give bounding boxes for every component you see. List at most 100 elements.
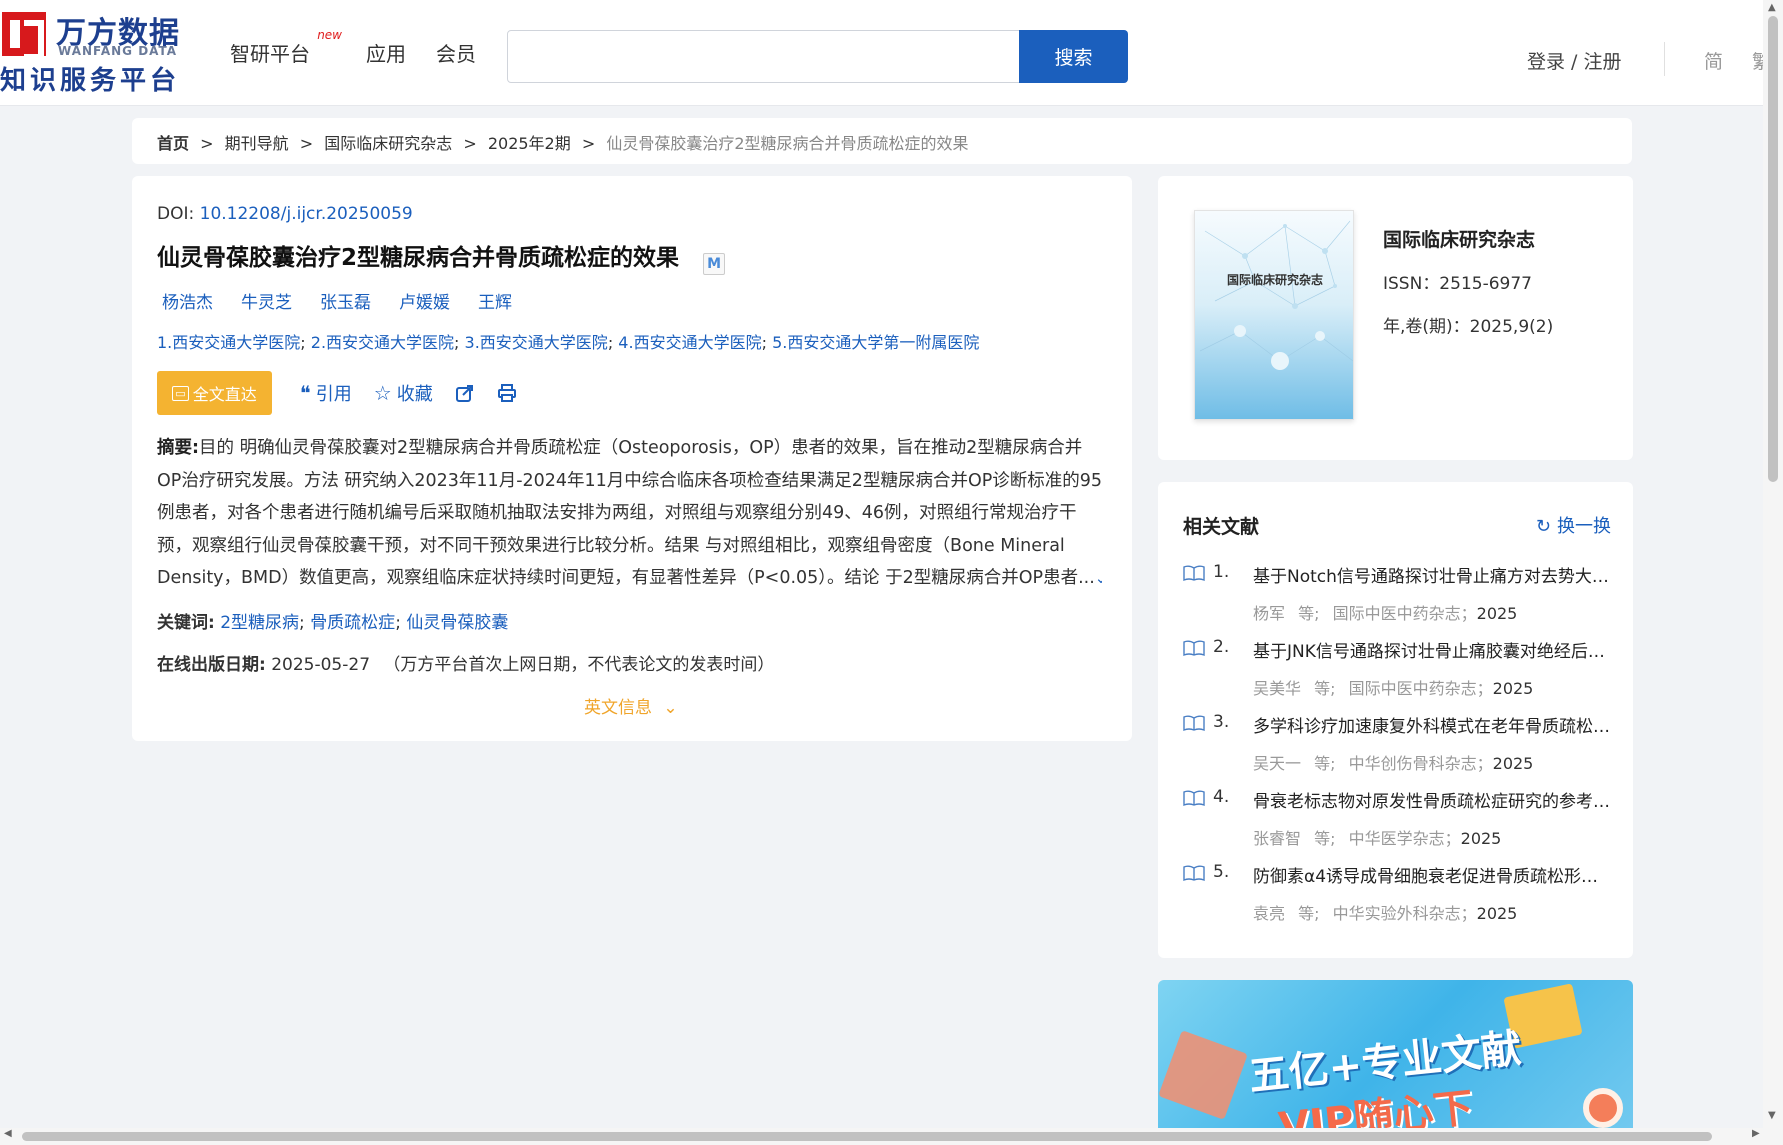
book-icon [1183, 640, 1205, 656]
breadcrumb-journal-nav[interactable]: 期刊导航 [225, 134, 289, 153]
related-journal[interactable]: 中华创伤骨科杂志 [1349, 754, 1477, 773]
breadcrumb: 首页 > 期刊导航 > 国际临床研究杂志 > 2025年2期 > 仙灵骨葆胶囊治… [132, 118, 1632, 164]
item-number: 5. [1213, 862, 1230, 882]
related-title-link[interactable]: 基于Notch信号通路探讨壮骨止痛方对去势大鼠骨质疏松的作用机制 [1253, 562, 1613, 587]
related-title-link[interactable]: 基于JNK信号通路探讨壮骨止痛胶囊对绝经后骨质疏松症的作用 [1253, 637, 1613, 662]
horizontal-scroll-thumb[interactable] [22, 1132, 1712, 1141]
related-meta: 吴天一 等; 中华创伤骨科杂志；2025 [1253, 750, 1533, 774]
mendeley-icon[interactable]: M [703, 253, 726, 275]
horizontal-scrollbar[interactable]: ◀ ▶ [0, 1128, 1783, 1145]
print-button[interactable] [497, 383, 517, 403]
related-year: 2025 [1460, 829, 1502, 848]
abstract-label: 摘要: [157, 438, 199, 458]
scroll-down-icon[interactable]: ▼ [1768, 1110, 1776, 1121]
breadcrumb-journal[interactable]: 国际临床研究杂志 [324, 134, 452, 153]
meta-separator: ； [1476, 679, 1493, 698]
expand-abstract-icon[interactable]: ⌄ [1095, 569, 1102, 587]
journal-name[interactable]: 国际临床研究杂志 [1383, 225, 1535, 252]
search-box: 搜索 [507, 30, 1128, 83]
related-title-link[interactable]: 多学科诊疗加速康复外科模式在老年骨质疏松性骨折中的应用 [1253, 712, 1613, 737]
wanfang-logo[interactable]: 万方数据 WANFANG DATA 知识服务平台 [0, 8, 190, 96]
item-number: 4. [1213, 787, 1230, 807]
keyword-link[interactable]: 骨质疏松症 [310, 613, 395, 633]
search-input[interactable] [508, 31, 1019, 82]
author-link[interactable]: 王辉 [478, 288, 512, 313]
logo-subtitle: 知识服务平台 [0, 66, 181, 96]
list-item[interactable]: 5. 防御素α4诱导成骨细胞衰老促进骨质疏松形成的机制研究 袁亮 等; 中华实验… [1183, 862, 1613, 937]
author-link[interactable]: 杨浩杰 [162, 288, 213, 313]
keyword-link[interactable]: 2型糖尿病 [220, 613, 299, 633]
author-link[interactable]: 卢媛媛 [399, 288, 450, 313]
meta-separator: ； [1444, 829, 1461, 848]
doi-link[interactable]: 10.12208/j.ijcr.20250059 [200, 204, 413, 224]
related-journal[interactable]: 中华医学杂志 [1349, 829, 1445, 848]
list-item[interactable]: 1. 基于Notch信号通路探讨壮骨止痛方对去势大鼠骨质疏松的作用机制 杨军 等… [1183, 562, 1613, 637]
item-number: 2. [1213, 637, 1230, 657]
related-author[interactable]: 张睿智 [1253, 829, 1301, 848]
site-header: 万方数据 WANFANG DATA 知识服务平台 智研平台 new 应用 会员 … [0, 0, 1763, 106]
item-number: 3. [1213, 712, 1230, 732]
book-icon [1183, 565, 1205, 581]
vertical-scrollbar[interactable]: ▲ ▼ [1763, 0, 1783, 1128]
journal-issn: ISSN：2515-6977 [1383, 274, 1532, 294]
breadcrumb-separator: > [299, 134, 314, 153]
list-item[interactable]: 4. 骨衰老标志物对原发性骨质疏松症研究的参考价值 张睿智 等; 中华医学杂志；… [1183, 787, 1613, 862]
fulltext-button[interactable]: ▭ 全文直达 [157, 371, 272, 415]
lang-traditional-toggle[interactable]: 繁 [1752, 47, 1763, 74]
favorite-button[interactable]: ☆ 收藏 [374, 380, 433, 406]
author-link[interactable]: 张玉磊 [320, 288, 371, 313]
related-title-link[interactable]: 防御素α4诱导成骨细胞衰老促进骨质疏松形成的机制研究 [1253, 862, 1613, 887]
scroll-up-icon[interactable]: ▲ [1768, 2, 1776, 13]
breadcrumb-separator: > [581, 134, 596, 153]
nav-item-membership[interactable]: 会员 [436, 38, 476, 67]
related-journal[interactable]: 国际中医中药杂志 [1349, 679, 1477, 698]
related-literature-card: 相关文献 ↻ 换一换 1. 基于Notch信号通路探讨壮骨止痛方对去势大鼠骨质疏松… [1158, 482, 1633, 958]
print-icon [497, 384, 516, 402]
favorite-label: 收藏 [396, 384, 433, 405]
related-journal[interactable]: 国际中医中药杂志 [1333, 604, 1461, 623]
english-info-toggle[interactable]: 英文信息 ⌄ [584, 693, 678, 718]
journal-cover[interactable]: 国际临床研究杂志 [1194, 210, 1354, 420]
affiliation-link[interactable]: 5.西安交通大学第一附属医院 [772, 333, 979, 352]
cover-title: 国际临床研究杂志 [1226, 273, 1323, 287]
keyword-link[interactable]: 仙灵骨葆胶囊 [406, 613, 508, 633]
scroll-left-icon[interactable]: ◀ [4, 1128, 12, 1139]
book-icon [1183, 715, 1205, 731]
vip-promo-banner[interactable]: 五亿+专业文献 VIP随心下 [1158, 980, 1633, 1128]
related-author[interactable]: 吴美华 [1253, 679, 1301, 698]
login-register-link[interactable]: 登录 / 注册 [1527, 47, 1621, 74]
related-author[interactable]: 袁亮 [1253, 904, 1285, 923]
breadcrumb-home[interactable]: 首页 [157, 134, 189, 153]
abstract: 摘要:目的 明确仙灵骨葆胶囊对2型糖尿病合并骨质疏松症（Osteoporosis… [157, 432, 1102, 595]
logo-en-text: WANFANG DATA [58, 44, 178, 58]
cite-button[interactable]: ❝ 引用 [300, 380, 352, 406]
lang-simplified-toggle[interactable]: 简 [1704, 47, 1723, 74]
nav-item-apps[interactable]: 应用 [366, 38, 406, 67]
related-author[interactable]: 吴天一 [1253, 754, 1301, 773]
author-link[interactable]: 牛灵芝 [241, 288, 292, 313]
breadcrumb-issue[interactable]: 2025年2期 [488, 134, 571, 153]
affiliation-link[interactable]: 3.西安交通大学医院 [465, 333, 608, 352]
nav-item-zhiyan[interactable]: 智研平台 new [230, 28, 342, 67]
search-button[interactable]: 搜索 [1019, 30, 1128, 83]
abstract-line: 摘要:目的 明确仙灵骨葆胶囊对2型糖尿病合并骨质疏松症（Osteoporosis… [157, 432, 1102, 465]
related-year: 2025 [1492, 679, 1534, 698]
wanfang-logo-icon [2, 12, 46, 60]
vertical-scroll-thumb[interactable] [1768, 16, 1778, 482]
list-item[interactable]: 2. 基于JNK信号通路探讨壮骨止痛胶囊对绝经后骨质疏松症的作用 吴美华 等; … [1183, 637, 1613, 712]
affiliation-link[interactable]: 1.西安交通大学医院 [157, 333, 300, 352]
scroll-right-icon[interactable]: ▶ [1752, 1128, 1760, 1139]
journal-card: 国际临床研究杂志 国际临床研究杂志 ISSN：2515-6977 年,卷(期)：… [1158, 176, 1633, 460]
related-journal[interactable]: 中华实验外科杂志 [1333, 904, 1461, 923]
related-author[interactable]: 杨军 [1253, 604, 1285, 623]
refresh-button[interactable]: ↻ 换一换 [1536, 512, 1611, 538]
share-icon [455, 385, 473, 402]
affiliation-link[interactable]: 2.西安交通大学医院 [311, 333, 454, 352]
pubdate-value: 2025-05-27 [271, 655, 371, 675]
related-title-link[interactable]: 骨衰老标志物对原发性骨质疏松症研究的参考价值 [1253, 787, 1613, 812]
list-item[interactable]: 3. 多学科诊疗加速康复外科模式在老年骨质疏松性骨折中的应用 吴天一 等; 中华… [1183, 712, 1613, 787]
share-button[interactable] [455, 383, 475, 403]
abstract-line: Density，BMD）数值更高，观察组临床症状持续时间更短，有显著性差异（P<… [157, 562, 1102, 595]
related-title: 相关文献 [1183, 516, 1260, 538]
affiliation-link[interactable]: 4.西安交通大学医院 [618, 333, 761, 352]
